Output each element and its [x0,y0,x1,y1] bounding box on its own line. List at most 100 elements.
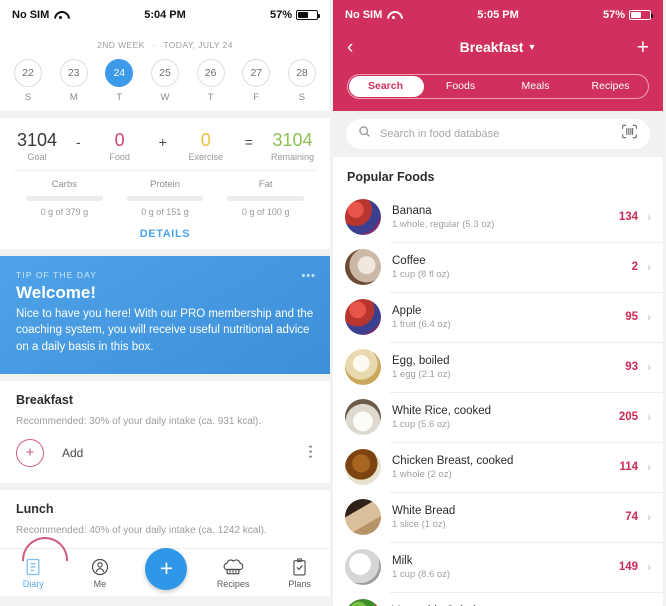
carrier-label: No SIM [345,9,383,21]
food-name: White Rice, cooked [392,404,492,417]
calories-food: 0 Food [99,130,141,162]
add-button[interactable]: + [619,37,649,58]
macro-progress-bar [227,195,305,201]
food-name: Banana [392,204,432,217]
page-title[interactable]: Breakfast ▼ [377,39,619,55]
chevron-right-icon: › [647,260,651,274]
macro-progress-bar [26,195,103,201]
tab-recipes[interactable]: Recipes [573,75,648,98]
day-number: 22 [14,59,42,87]
day-number: 28 [287,59,316,87]
tip-overflow-menu-icon[interactable]: ••• [301,270,316,282]
list-item[interactable]: Apple 1 fruit (6.4 oz) 95 › [333,292,663,342]
food-value: 0 [114,130,125,150]
meal-recommendation: Recommended: 40% of your daily intake (c… [16,524,267,536]
tab-diary[interactable]: Diary [0,557,67,589]
search-icon [358,125,371,143]
food-name: Apple [392,304,422,317]
segmented-control[interactable]: Search Foods Meals Recipes [347,74,649,99]
food-serving: 1 slice (1 oz) [392,518,446,530]
exercise-label: Exercise [188,151,224,162]
list-item[interactable]: White Rice, cooked 1 cup (5.6 oz) 205 › [333,392,663,442]
add-food-row[interactable]: + Add [16,427,314,477]
details-link[interactable]: DETAILS [14,221,316,249]
food-calories: 134 [618,211,638,223]
tab-meals[interactable]: Meals [498,75,573,98]
food-calories: 149 [618,561,638,573]
page-title-label: Breakfast [459,39,524,55]
tip-of-the-day-card[interactable]: ••• TIP OF THE DAY Welcome! Nice to have… [0,255,330,374]
food-thumbnail [345,349,381,385]
macro-name: Protein [149,178,181,190]
plus-icon[interactable]: + [16,438,44,467]
day-number: 23 [59,59,88,87]
calorie-summary-card: 3104 Goal - 0 Food + 0 Exercise = 3104 R… [0,118,330,249]
today-label: TODAY, JULY 24 [163,40,233,50]
day-25[interactable]: 25 W [147,59,183,103]
day-number: 27 [242,59,271,87]
meal-section-breakfast: Breakfast Recommended: 30% of your daily… [0,380,330,483]
tab-label: Recipes [216,578,250,589]
day-number: 26 [196,59,225,87]
macro-progress-bar [126,195,204,201]
tab-recipes[interactable]: Recipes [200,557,267,589]
tab-plans[interactable]: Plans [266,557,330,589]
dual-phone-screenshot: No SIM 5:04 PM 57% 2ND WEEK · TODAY, JUL… [0,0,666,606]
plus-fab-icon[interactable]: + [145,547,188,590]
list-item[interactable]: Egg, boiled 1 egg (2.1 oz) 93 › [333,342,663,392]
day-26[interactable]: 26 T [193,59,229,103]
food-calories: 74 [625,511,638,523]
section-gap-2 [0,248,330,256]
goal-value: 3104 [16,130,58,150]
chevron-right-icon: › [647,310,651,324]
list-item[interactable]: Coffee 1 cup (8 fl oz) 2 › [333,242,663,292]
food-calories: 114 [619,461,638,473]
day-27[interactable]: 27 F [238,59,274,103]
list-item[interactable]: Milk 1 cup (8.6 oz) 149 › [333,542,663,592]
search-input[interactable]: Search in food database [346,119,650,149]
day-28[interactable]: 28 S [284,59,320,103]
week-caption: 2ND WEEK · TODAY, JULY 24 [0,40,330,50]
tab-foods[interactable]: Foods [423,75,498,98]
food-thumbnail [345,549,381,585]
battery-icon [629,10,653,20]
tab-me[interactable]: Me [67,557,134,589]
section-gap-4 [0,482,330,490]
calorie-equation: 3104 Goal - 0 Food + 0 Exercise = 3104 R… [14,126,316,168]
food-serving: 1 whole, regular (5.3 oz) [392,218,495,230]
meal-overflow-menu-icon[interactable] [309,445,312,459]
barcode-scan-icon[interactable] [621,124,638,144]
food-serving: 1 cup (5.6 oz) [392,418,451,430]
food-name: Egg, boiled [392,354,450,367]
list-item[interactable]: Vegetable Salad 1 cup (4.9 oz) 22 › [333,592,663,606]
day-24-selected[interactable]: 24 T [101,59,137,103]
food-calories: 95 [625,311,638,323]
day-23[interactable]: 23 M [56,59,92,103]
food-serving: 1 cup (8.6 oz) [392,568,451,580]
battery-percent-label: 57% [602,9,625,21]
calories-exercise: 0 Exercise [185,130,227,162]
food-thumbnail [345,299,381,335]
list-item[interactable]: Chicken Breast, cooked 1 whole (2 oz) 11… [333,442,663,492]
clipboard-check-icon [266,557,330,577]
food-calories: 93 [625,361,638,373]
food-serving: 1 cup (8 fl oz) [392,268,450,280]
tab-add-fab[interactable]: + [133,547,200,594]
wifi-icon [387,10,399,20]
list-item[interactable]: White Bread 1 slice (1 oz) 74 › [333,492,663,542]
person-icon [67,557,134,577]
chevron-right-icon: › [647,560,651,574]
back-icon[interactable]: ‹ [347,38,377,57]
day-22[interactable]: 22 S [10,59,46,103]
tab-label: Plans [288,578,311,589]
day-of-week: M [69,92,78,103]
tab-search[interactable]: Search [348,75,423,98]
macro-protein: Protein 0 g of 151 g [115,179,216,217]
macro-breakdown: Carbs 0 g of 379 g Protein 0 g of 151 g … [14,171,316,221]
tip-kicker: TIP OF THE DAY [16,269,98,280]
list-item[interactable]: Banana 1 whole, regular (5.3 oz) 134 › [333,192,663,242]
bottom-tab-bar: Diary Me + Recipes Plans [0,537,330,606]
macro-value: 0 g of 379 g [40,206,89,217]
battery-percent-label: 57% [269,9,292,21]
day-selector[interactable]: 22 S 23 M 24 T 25 W 26 T 27 F 28 S [0,59,330,103]
